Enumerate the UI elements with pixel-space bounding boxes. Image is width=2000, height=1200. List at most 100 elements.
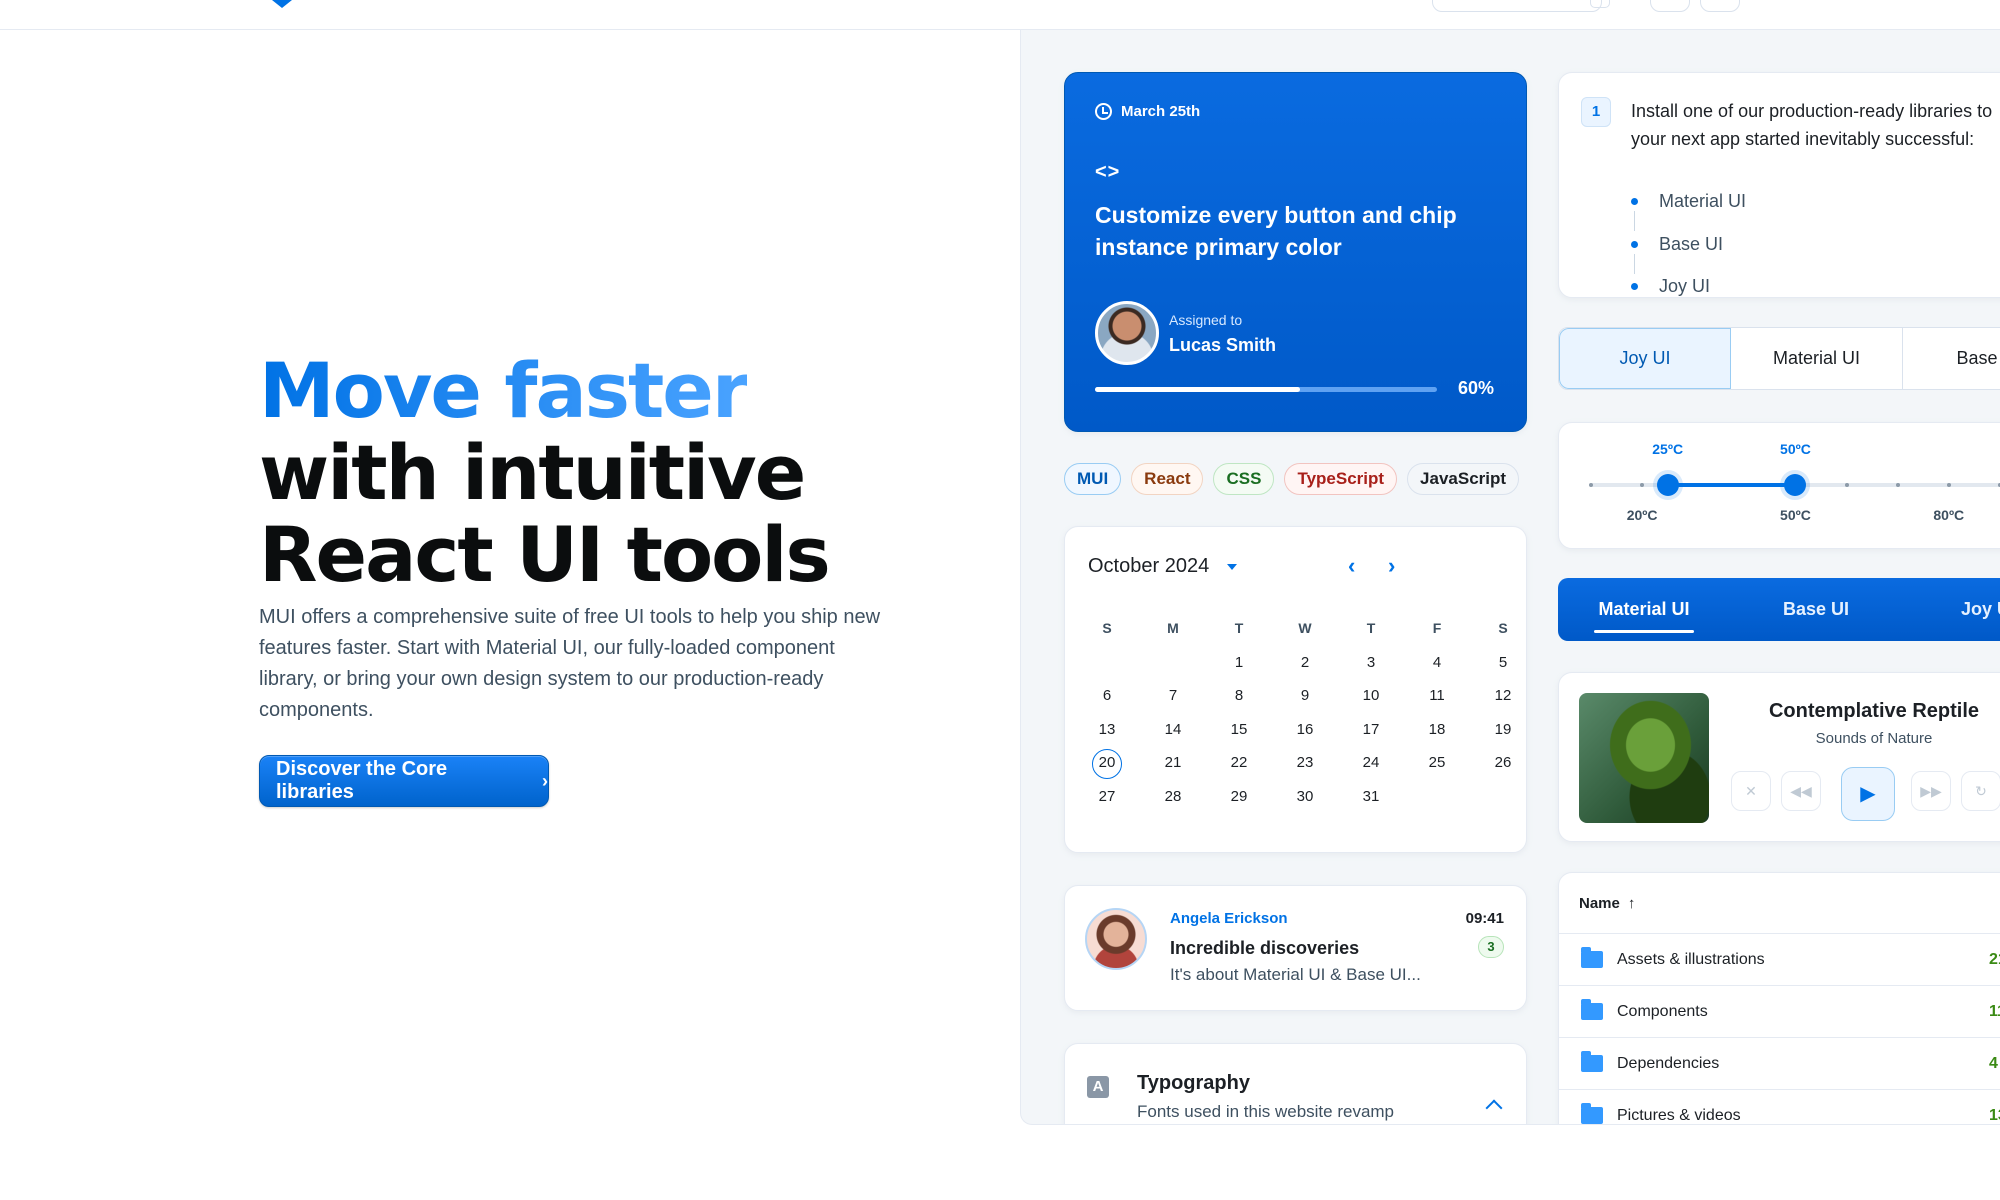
- file-row[interactable]: Dependencies 4: [1559, 1037, 2000, 1089]
- calendar-day[interactable]: 30: [1272, 780, 1338, 814]
- calendar-day[interactable]: 15: [1206, 713, 1272, 747]
- empty-day-cell: [1140, 646, 1206, 680]
- tab-base-ui[interactable]: Base UI: [1730, 578, 1902, 641]
- slider-value-low: 25ºC: [1652, 441, 1684, 457]
- calendar-day[interactable]: 11: [1404, 679, 1470, 713]
- calendar-day[interactable]: 3: [1338, 646, 1404, 680]
- calendar-day[interactable]: 6: [1074, 679, 1140, 713]
- message-preview: It's about Material UI & Base UI...: [1170, 965, 1421, 984]
- code-icon: <>: [1095, 161, 1121, 183]
- rewind-button[interactable]: ◀◀: [1781, 771, 1821, 811]
- toggle-option-base-ui[interactable]: Base UI: [1903, 328, 2000, 389]
- slider-thumb-high[interactable]: [1784, 474, 1807, 496]
- calendar-day[interactable]: 19: [1470, 713, 1536, 747]
- unread-count-badge: 3: [1478, 936, 1504, 958]
- library-list-item: Joy UI: [1631, 276, 1746, 319]
- weekday-header: W: [1298, 620, 1312, 636]
- calendar-day[interactable]: 21: [1140, 746, 1206, 780]
- calendar-day[interactable]: 9: [1272, 679, 1338, 713]
- name-column-header[interactable]: Name ↑: [1579, 895, 1635, 912]
- file-count: 13: [1989, 1106, 2000, 1124]
- task-date-text: March 25th: [1121, 103, 1201, 120]
- fast-forward-button[interactable]: ▶▶: [1911, 771, 1951, 811]
- calendar-day[interactable]: 26: [1470, 746, 1536, 780]
- sender-avatar: [1085, 908, 1147, 970]
- calendar-day[interactable]: 10: [1338, 679, 1404, 713]
- calendar-day[interactable]: 28: [1140, 780, 1206, 814]
- search-input[interactable]: [1432, 0, 1602, 12]
- clock-icon: [1095, 103, 1112, 120]
- calendar-day[interactable]: 31: [1338, 780, 1404, 814]
- next-month-button[interactable]: ›: [1388, 553, 1395, 579]
- calendar-month: October 2024: [1088, 555, 1210, 577]
- toggle-option-joy-ui[interactable]: Joy UI: [1559, 328, 1731, 389]
- name-column-label: Name: [1579, 895, 1620, 912]
- chip-javascript[interactable]: JavaScript: [1407, 463, 1520, 495]
- task-date: March 25th: [1095, 103, 1200, 120]
- search-shortcut-key: [1590, 0, 1610, 8]
- library-tabs: Material UIBase UIJoy UI: [1558, 578, 2000, 641]
- calendar-day[interactable]: 24: [1338, 746, 1404, 780]
- file-row[interactable]: Pictures & videos 13: [1559, 1089, 2000, 1124]
- file-row[interactable]: Assets & illustrations 21: [1559, 933, 2000, 985]
- step-number: 1: [1581, 97, 1611, 127]
- discover-core-libraries-button[interactable]: Discover the Core libraries ›: [259, 755, 549, 807]
- chip-css[interactable]: CSS: [1213, 463, 1275, 495]
- calendar-day[interactable]: 18: [1404, 713, 1470, 747]
- file-name: Dependencies: [1617, 1054, 1720, 1072]
- previous-month-button[interactable]: ‹: [1348, 553, 1355, 579]
- hero-title-line2: with intuitive: [259, 428, 806, 517]
- calendar-day[interactable]: 7: [1140, 679, 1206, 713]
- calendar-day[interactable]: 8: [1206, 679, 1272, 713]
- hero-description: MUI offers a comprehensive suite of free…: [259, 606, 881, 721]
- chip-typescript[interactable]: TypeScript: [1284, 463, 1398, 495]
- chevron-right-icon: ›: [542, 770, 548, 791]
- play-button[interactable]: ▶: [1841, 767, 1895, 821]
- calendar-day[interactable]: 14: [1140, 713, 1206, 747]
- calendar-day[interactable]: 2: [1272, 646, 1338, 680]
- chip-mui[interactable]: MUI: [1064, 463, 1122, 495]
- calendar-day[interactable]: 12: [1470, 679, 1536, 713]
- calendar-day-today[interactable]: 20: [1074, 746, 1140, 780]
- date-calendar: October 2024 ‹ › S M T W T F S 1 2 3 4 5 6 7 8 9 10 11 12 1…: [1064, 526, 1527, 853]
- chip-react[interactable]: React: [1131, 463, 1204, 495]
- repeat-button[interactable]: ↻: [1961, 771, 2000, 811]
- shuffle-button[interactable]: ✕: [1731, 771, 1771, 811]
- typography-accordion[interactable]: A Typography Fonts used in this website …: [1064, 1043, 1527, 1124]
- slider-thumb-low[interactable]: [1656, 474, 1679, 496]
- calendar-day[interactable]: 29: [1206, 780, 1272, 814]
- temperature-range-slider[interactable]: 25ºC 50ºC 20ºC 50ºC 80ºC: [1558, 422, 2000, 549]
- calendar-day[interactable]: 23: [1272, 746, 1338, 780]
- task-card[interactable]: March 25th <> Customize every button and…: [1064, 72, 1527, 432]
- github-button[interactable]: [1650, 0, 1690, 12]
- calendar-day[interactable]: 16: [1272, 713, 1338, 747]
- calendar-day[interactable]: 17: [1338, 713, 1404, 747]
- calendar-day[interactable]: 25: [1404, 746, 1470, 780]
- toggle-option-material-ui[interactable]: Material UI: [1731, 328, 1903, 389]
- tab-material-ui[interactable]: Material UI: [1558, 578, 1730, 641]
- calendar-day[interactable]: 27: [1074, 780, 1140, 814]
- task-title: Customize every button and chip instance…: [1095, 202, 1457, 260]
- weekday-header: S: [1102, 620, 1112, 636]
- library-list: Material UI Base UI Joy UI: [1631, 191, 1746, 319]
- calendar-grid: S M T W T F S 1 2 3 4 5 6 7 8 9 10 11 12 13 14 15 16 17 18 19 20 21…: [1074, 612, 1536, 813]
- file-name: Pictures & videos: [1617, 1106, 1741, 1124]
- chevron-up-icon[interactable]: [1485, 1099, 1503, 1117]
- message-subject: Incredible discoveries: [1170, 938, 1360, 958]
- calendar-day[interactable]: 1: [1206, 646, 1272, 680]
- mui-logo-icon[interactable]: [270, 0, 294, 8]
- weekday-header: F: [1432, 620, 1442, 636]
- calendar-day[interactable]: 5: [1470, 646, 1536, 680]
- tab-joy-ui[interactable]: Joy UI: [1902, 578, 2000, 641]
- calendar-header[interactable]: October 2024: [1088, 555, 1238, 578]
- slider-tick: [1844, 483, 1849, 487]
- task-progress-label: 60%: [1458, 378, 1495, 398]
- message-card[interactable]: Angela Erickson 09:41 3 Incredible disco…: [1064, 885, 1527, 1011]
- theme-toggle-button[interactable]: [1700, 0, 1740, 12]
- tech-chips: MUI React CSS TypeScript JavaScript: [1064, 463, 1520, 495]
- calendar-day[interactable]: 13: [1074, 713, 1140, 747]
- calendar-day[interactable]: 22: [1206, 746, 1272, 780]
- calendar-day[interactable]: 4: [1404, 646, 1470, 680]
- file-row[interactable]: Components 11: [1559, 985, 2000, 1037]
- caret-down-icon[interactable]: [1227, 563, 1238, 570]
